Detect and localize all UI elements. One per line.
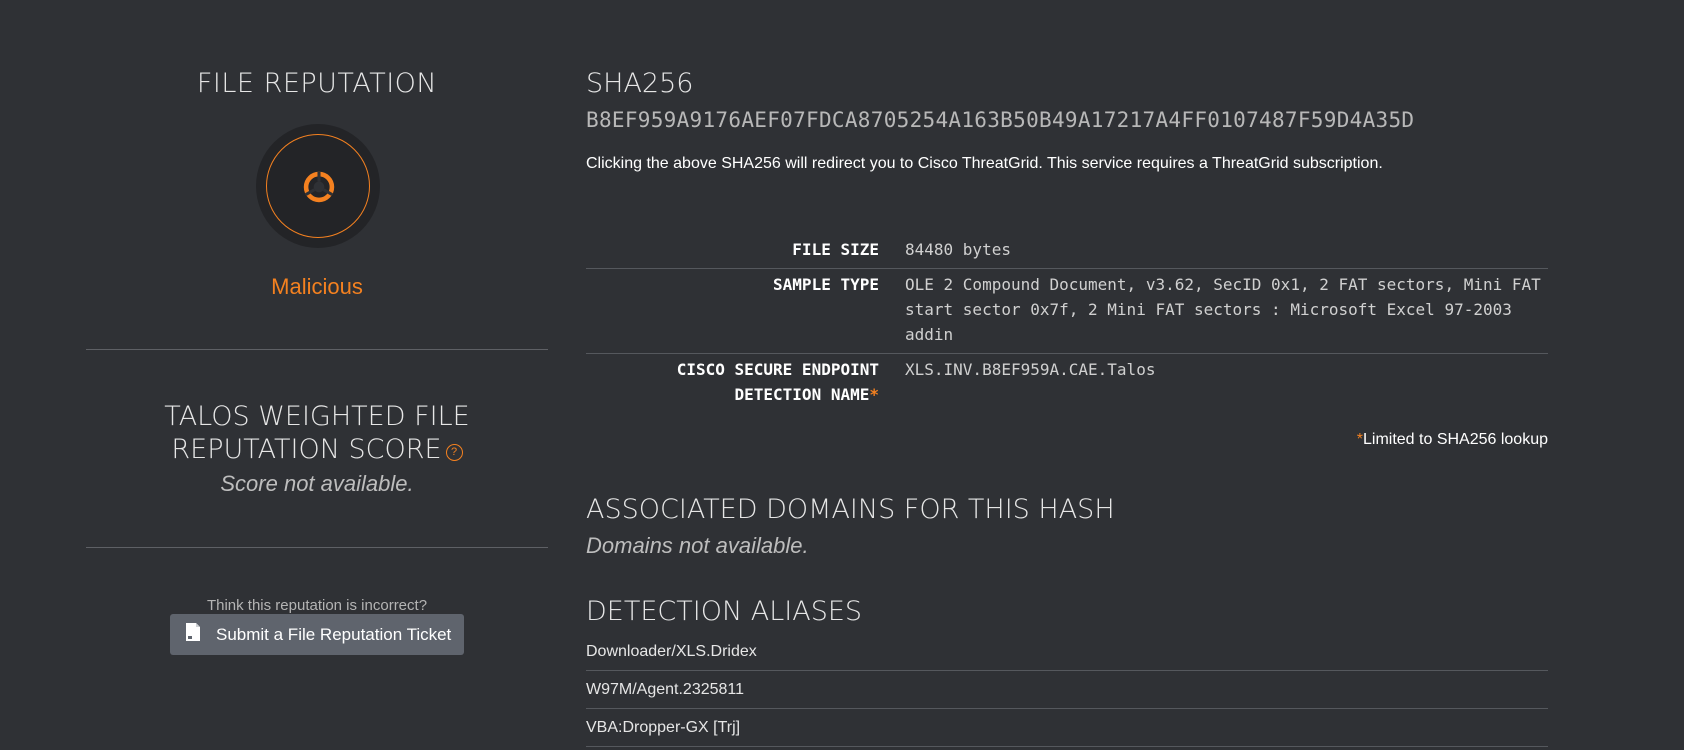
reputation-verdict: Malicious <box>271 274 363 299</box>
file-reputation-heading: FILE REPUTATION <box>196 68 438 99</box>
sha256-heading: SHA256 <box>586 68 694 99</box>
score-value: Score not available. <box>220 471 414 496</box>
table-row: CISCO SECURE ENDPOINT DETECTION NAME* XL… <box>586 354 1548 413</box>
detection-aliases-heading: DETECTION ALIASES <box>586 596 863 627</box>
limit-note-text: Limited to SHA256 lookup <box>1363 431 1548 448</box>
submit-ticket-button[interactable]: Submit a File Reputation Ticket <box>170 614 464 655</box>
associated-domains-value: Domains not available. <box>586 533 809 558</box>
biohazard-icon <box>285 150 353 213</box>
incorrect-prompt: Think this reputation is incorrect? <box>206 597 428 614</box>
divider <box>86 547 548 548</box>
detection-name-label: CISCO SECURE ENDPOINT DETECTION NAME* <box>586 354 879 413</box>
detection-aliases-list: Downloader/XLS.Dridex W97M/Agent.2325811… <box>586 633 1548 747</box>
weighted-score-heading: TALOS WEIGHTED FILE REPUTATION SCORE? <box>86 400 548 466</box>
document-icon <box>186 623 200 646</box>
sha256-limit-note: *Limited to SHA256 lookup <box>1357 431 1548 449</box>
table-row: SAMPLE TYPE OLE 2 Compound Document, v3.… <box>586 269 1548 354</box>
submit-ticket-label: Submit a File Reputation Ticket <box>216 624 452 644</box>
sha256-link[interactable]: B8EF959A9176AEF07FDCA8705254A163B50B49A1… <box>586 108 1414 132</box>
sample-type-value: OLE 2 Compound Document, v3.62, SecID 0x… <box>905 275 1541 344</box>
sample-type-label: SAMPLE TYPE <box>773 275 879 294</box>
reputation-badge <box>256 124 380 248</box>
file-size-value: 84480 bytes <box>905 240 1011 259</box>
table-row: FILE SIZE 84480 bytes <box>586 234 1548 269</box>
weighted-score-heading-text: TALOS WEIGHTED FILE REPUTATION SCORE <box>164 401 470 465</box>
list-item: Downloader/XLS.Dridex <box>586 633 1548 671</box>
file-report-page: FILE REPUTATION Malicious TALOS WEIGHTED… <box>0 0 1684 750</box>
detection-name-value: XLS.INV.B8EF959A.CAE.Talos <box>905 360 1156 379</box>
file-info-table: FILE SIZE 84480 bytes SAMPLE TYPE OLE 2 … <box>586 234 1548 413</box>
threatgrid-note: Clicking the above SHA256 will redirect … <box>586 155 1383 172</box>
help-icon[interactable]: ? <box>445 444 463 461</box>
associated-domains-heading: ASSOCIATED DOMAINS FOR THIS HASH <box>586 494 1115 525</box>
divider <box>86 349 548 350</box>
file-size-label: FILE SIZE <box>792 240 879 259</box>
list-item: VBA:Dropper-GX [Trj] <box>586 709 1548 747</box>
asterisk: * <box>869 385 879 404</box>
list-item: W97M/Agent.2325811 <box>586 671 1548 709</box>
detection-name-label-text: CISCO SECURE ENDPOINT DETECTION NAME <box>676 360 879 404</box>
